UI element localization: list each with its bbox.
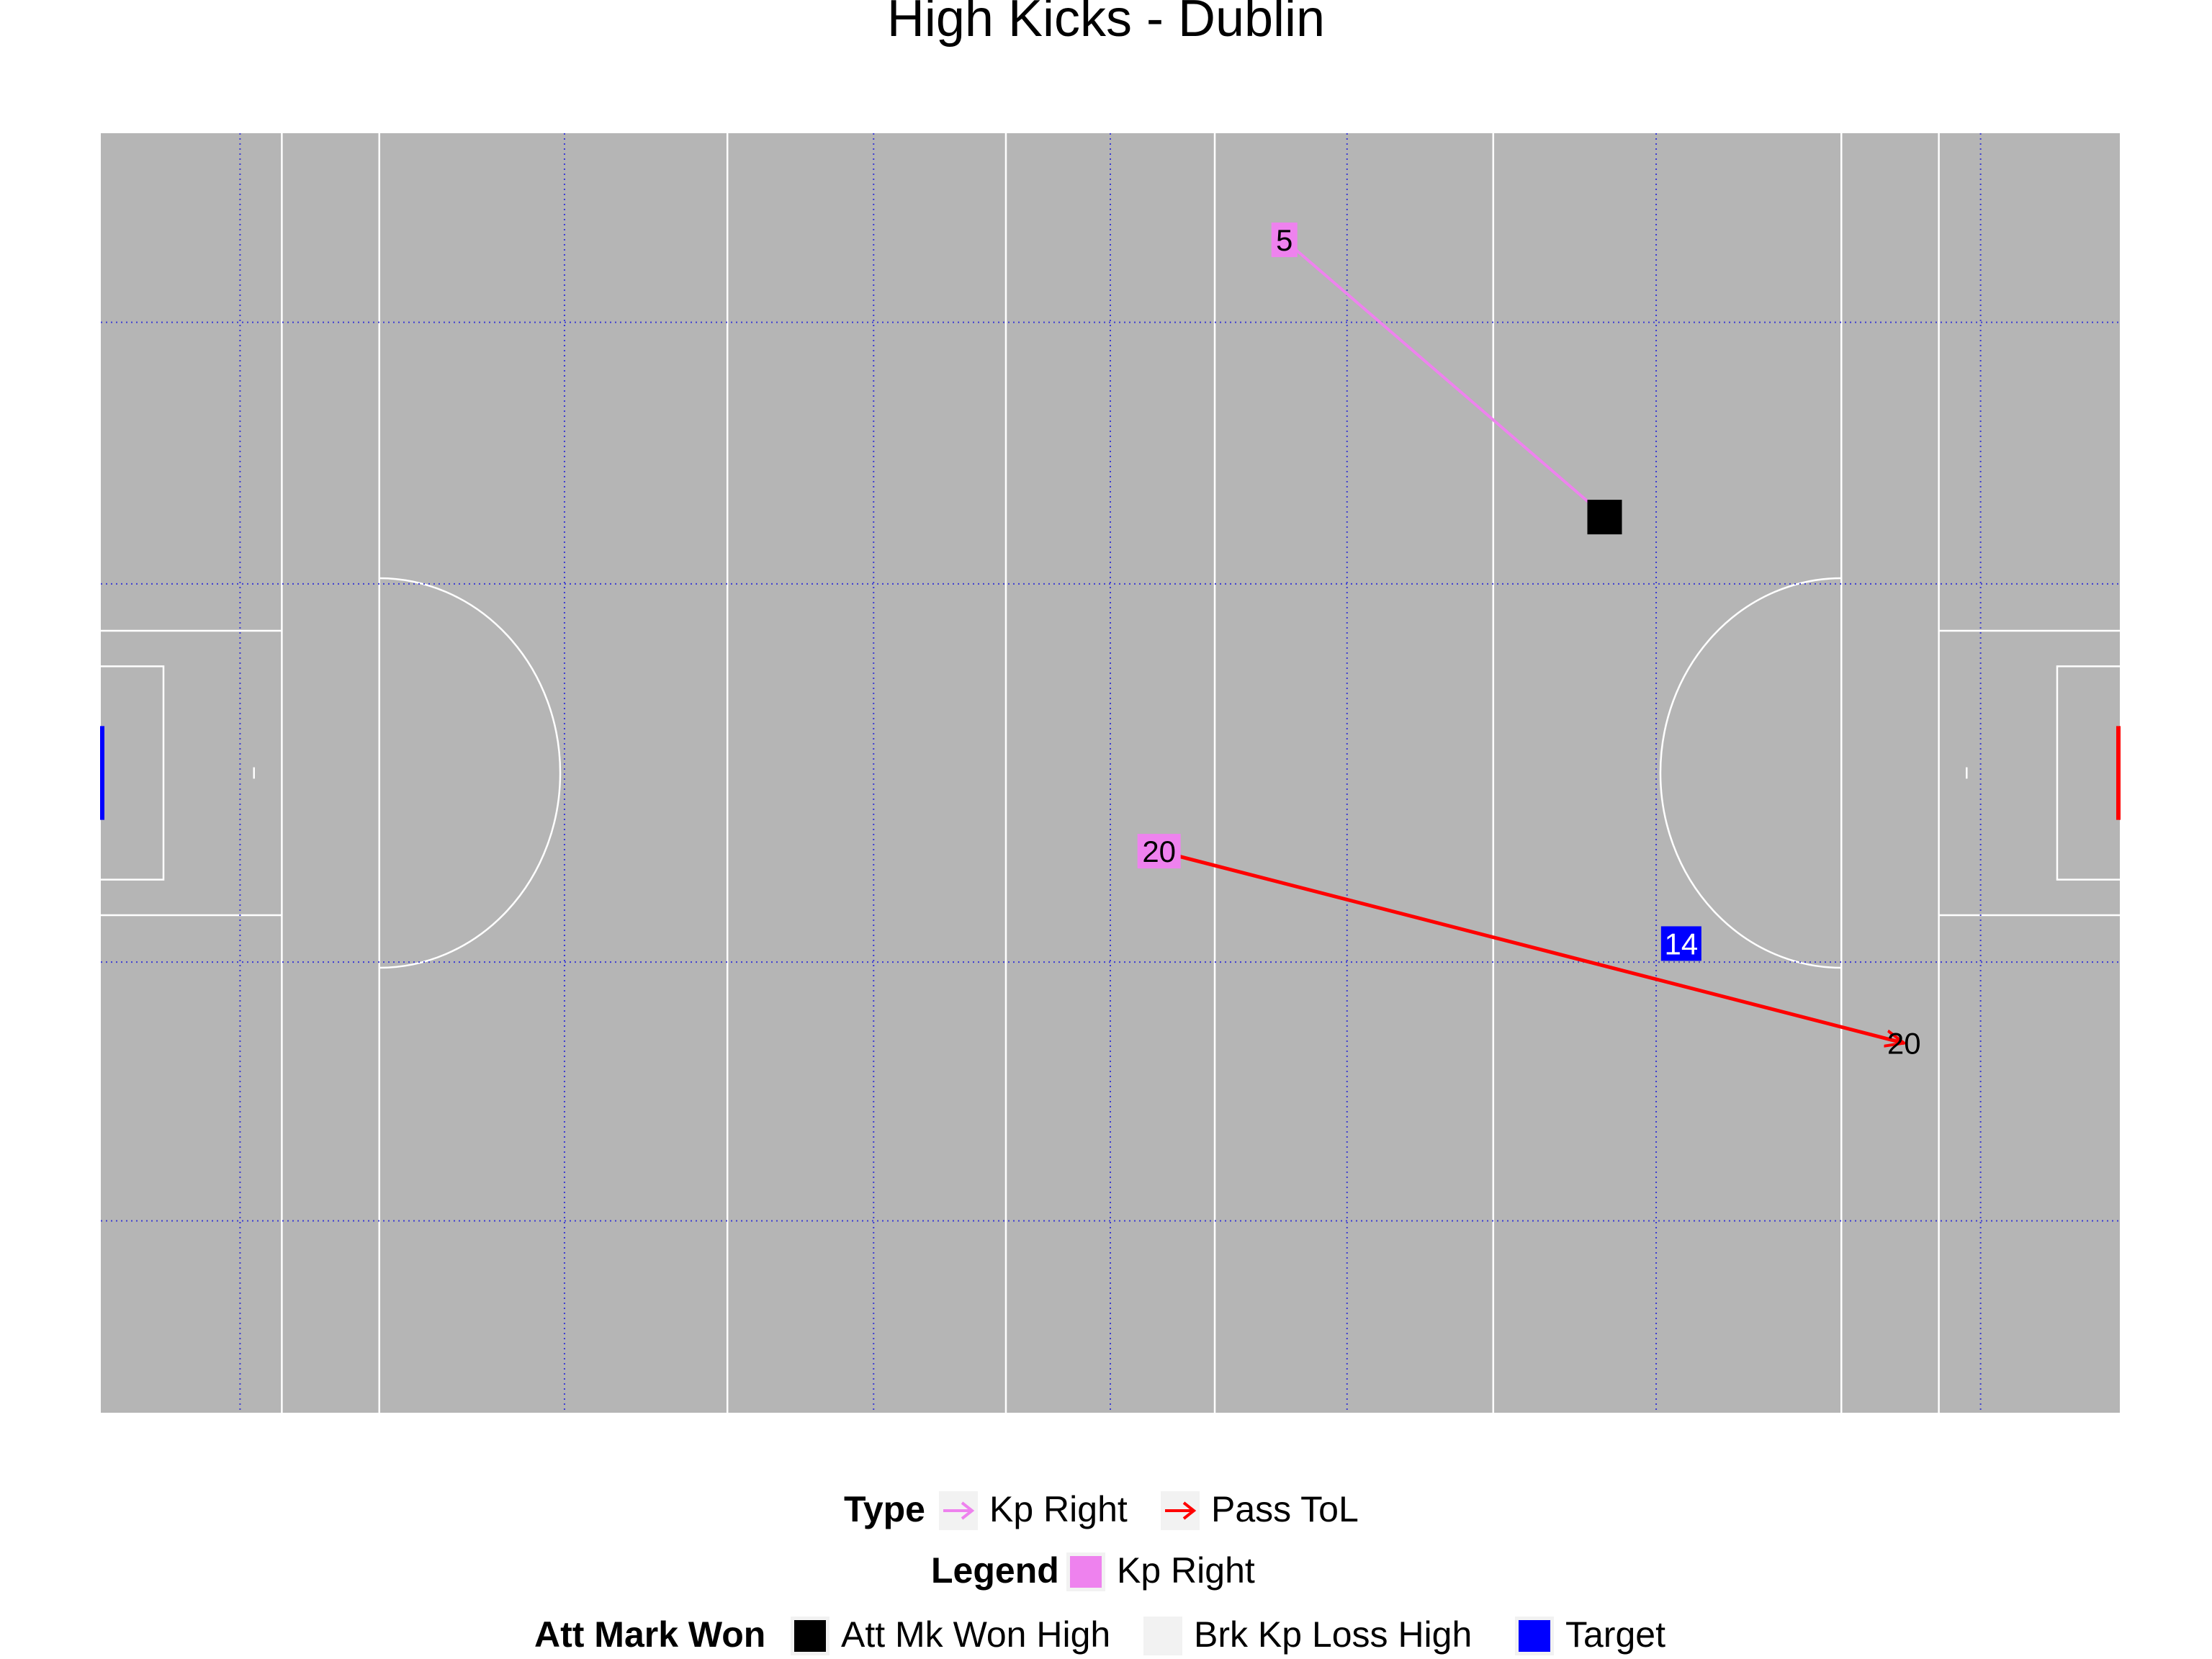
legend-item-label: Att Mk Won High bbox=[841, 1614, 1110, 1655]
legend-key-box bbox=[794, 1620, 826, 1652]
legend-item-label: Kp Right bbox=[989, 1489, 1128, 1529]
kick-end-label: 20 bbox=[1887, 1027, 1921, 1061]
legend-item-label: Pass ToL bbox=[1211, 1489, 1359, 1529]
legend-title: Type bbox=[844, 1489, 925, 1529]
kick-label: 20 bbox=[1142, 835, 1176, 868]
legend-key-box bbox=[1519, 1620, 1550, 1652]
chart-canvas: High Kicks - Dublin 5 20 20 14 Type Kp Right… bbox=[100, 0, 2121, 1655]
legend-title: Legend bbox=[931, 1550, 1059, 1591]
legend-title: Att Mark Won bbox=[534, 1614, 765, 1655]
mark-point bbox=[1587, 500, 1622, 535]
legend-item-label: Target bbox=[1565, 1614, 1665, 1655]
legend-item-label: Kp Right bbox=[1117, 1550, 1255, 1591]
legend-key-box bbox=[1147, 1620, 1179, 1652]
legend-item-label: Brk Kp Loss High bbox=[1194, 1614, 1472, 1655]
chart-title: High Kicks - Dublin bbox=[887, 0, 1325, 48]
legend: Type Kp Right Pass ToL Legend Kp Right Att Ma… bbox=[534, 1489, 1665, 1655]
target-label: 14 bbox=[1664, 927, 1698, 961]
legend-key-box bbox=[1070, 1556, 1102, 1588]
kick-label: 5 bbox=[1276, 223, 1292, 257]
